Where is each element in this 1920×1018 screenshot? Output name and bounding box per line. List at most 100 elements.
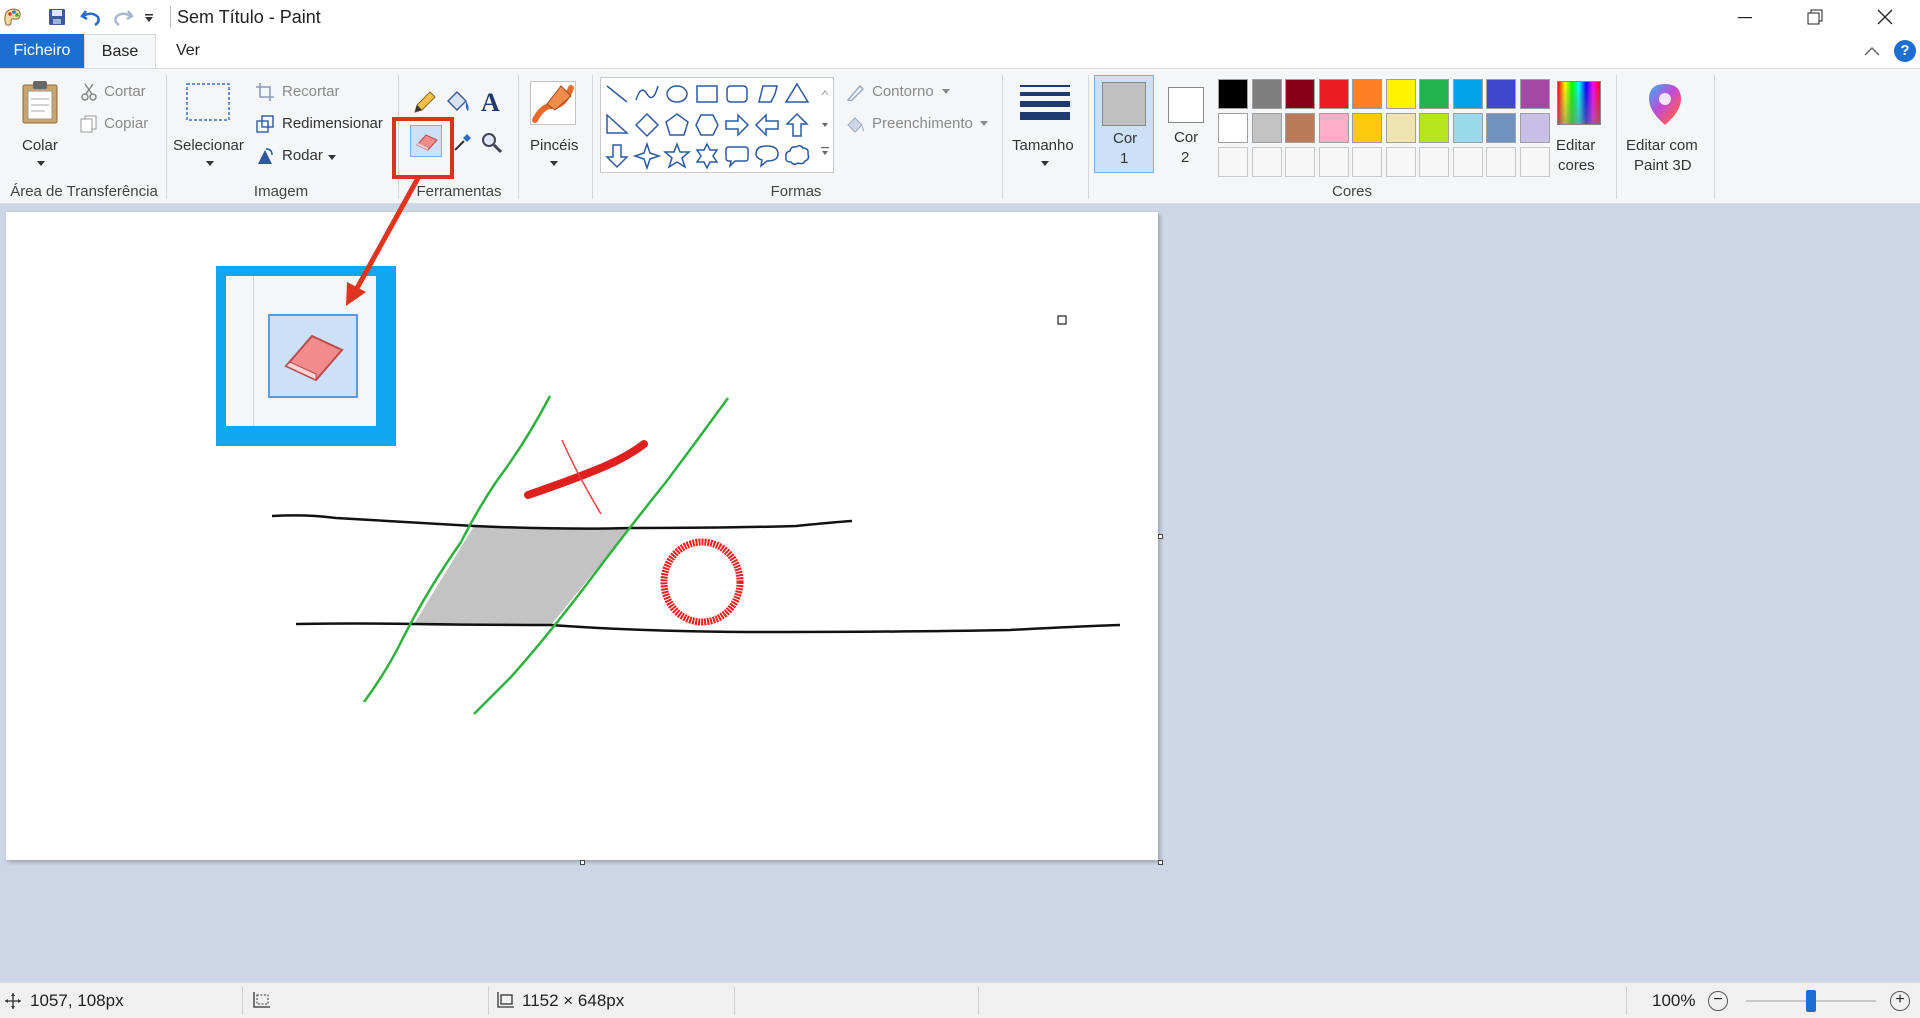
palette-empty-swatch[interactable] — [1251, 147, 1282, 177]
tab-home[interactable]: Base — [84, 34, 156, 68]
copy-icon — [80, 115, 97, 133]
palette-color-swatch[interactable] — [1452, 79, 1483, 109]
minimize-icon — [1738, 17, 1752, 19]
edit-with-paint3d-button[interactable]: Editar com Paint 3D — [1622, 73, 1708, 177]
cloud-callout-shape-icon[interactable] — [785, 144, 810, 166]
palette-color-swatch[interactable] — [1285, 79, 1315, 109]
line-shape-icon[interactable] — [606, 85, 628, 103]
palette-color-swatch[interactable] — [1419, 79, 1449, 109]
canvas-handle-bottom[interactable] — [580, 860, 585, 865]
text-tool-icon[interactable]: A — [478, 89, 504, 115]
palette-empty-swatch[interactable] — [1218, 147, 1248, 177]
redo-icon[interactable] — [112, 7, 134, 27]
crop-button[interactable]: Recortar — [282, 83, 340, 100]
select-button[interactable]: Selecionar — [170, 73, 250, 173]
canvas-handle-right[interactable] — [1158, 534, 1163, 539]
save-icon[interactable] — [48, 8, 66, 26]
undo-icon[interactable] — [80, 7, 102, 27]
diamond-shape-icon[interactable] — [634, 112, 660, 138]
color-picker-icon[interactable] — [452, 131, 474, 153]
palette-color-swatch[interactable] — [1419, 113, 1449, 143]
black-line-top — [271, 514, 853, 530]
palette-color-swatch[interactable] — [1352, 79, 1382, 109]
pencil-icon[interactable] — [412, 89, 438, 115]
palette-color-swatch[interactable] — [1385, 79, 1416, 109]
palette-color-swatch[interactable] — [1251, 113, 1282, 143]
palette-color-swatch[interactable] — [1486, 79, 1516, 109]
restore-button[interactable] — [1780, 0, 1850, 34]
palette-color-swatch[interactable] — [1385, 113, 1416, 143]
palette-color-swatch[interactable] — [1318, 79, 1349, 109]
rounded-rectangle-shape-icon[interactable] — [726, 85, 748, 103]
oval-shape-icon[interactable] — [666, 85, 688, 103]
triangle-shape-icon[interactable] — [784, 82, 810, 103]
edit-colors-button[interactable]: Editar cores — [1548, 73, 1610, 175]
palette-color-swatch[interactable] — [1452, 113, 1483, 143]
palette-empty-swatch[interactable] — [1486, 147, 1516, 177]
brushes-button[interactable]: Pincéis — [522, 73, 586, 173]
six-point-star-shape-icon[interactable] — [695, 142, 719, 170]
canvas-handle-corner[interactable] — [1158, 860, 1163, 865]
palette-color-swatch[interactable] — [1352, 113, 1382, 143]
palette-empty-swatch[interactable] — [1285, 147, 1315, 177]
paste-button[interactable]: Colar — [6, 73, 76, 173]
size-label: Tamanho — [1012, 137, 1074, 154]
paint-app-icon[interactable] — [2, 6, 22, 28]
collapse-ribbon-icon[interactable] — [1864, 45, 1880, 57]
rectangle-shape-icon[interactable] — [696, 85, 718, 103]
fill-bucket-icon[interactable] — [444, 89, 472, 115]
palette-color-swatch[interactable] — [1251, 79, 1282, 109]
close-button[interactable] — [1850, 0, 1920, 34]
color2-button[interactable]: Cor 2 — [1158, 75, 1214, 173]
tab-view[interactable]: Ver — [160, 34, 216, 68]
palette-color-swatch[interactable] — [1318, 113, 1349, 143]
paint3d-icon — [1649, 84, 1681, 125]
palette-empty-swatch[interactable] — [1318, 147, 1349, 177]
help-icon[interactable]: ? — [1894, 40, 1916, 62]
resize-button[interactable]: Redimensionar — [282, 115, 383, 132]
up-arrow-shape-icon[interactable] — [785, 112, 809, 137]
shapes-scroll-icon[interactable] — [820, 87, 830, 167]
palette-empty-swatch[interactable] — [1452, 147, 1483, 177]
right-arrow-shape-icon[interactable] — [725, 113, 750, 137]
color1-button[interactable]: Cor 1 — [1094, 75, 1154, 173]
outline-button[interactable]: Contorno — [872, 83, 934, 100]
minimize-button[interactable] — [1710, 0, 1780, 34]
oval-callout-shape-icon[interactable] — [755, 145, 779, 168]
four-point-star-shape-icon[interactable] — [632, 141, 662, 171]
palette-color-swatch[interactable] — [1218, 79, 1248, 109]
drawing-canvas[interactable] — [6, 212, 1158, 860]
group-separator — [1714, 75, 1715, 199]
zoom-out-button[interactable]: − — [1708, 991, 1728, 1011]
palette-color-swatch[interactable] — [1486, 113, 1516, 143]
five-point-star-shape-icon[interactable] — [662, 141, 692, 169]
palette-color-swatch[interactable] — [1285, 113, 1315, 143]
size-button[interactable]: Tamanho — [1008, 73, 1082, 173]
pentagon-shape-icon[interactable] — [665, 113, 689, 136]
magnifier-icon[interactable] — [480, 131, 504, 155]
palette-color-swatch[interactable] — [1519, 79, 1550, 109]
customize-quick-access-icon[interactable] — [144, 13, 154, 23]
zoom-slider-thumb[interactable] — [1806, 990, 1816, 1012]
polygon-shape-icon[interactable] — [758, 85, 778, 103]
rounded-callout-shape-icon[interactable] — [725, 146, 749, 169]
palette-empty-swatch[interactable] — [1385, 147, 1416, 177]
left-arrow-shape-icon[interactable] — [754, 113, 779, 137]
hexagon-shape-icon[interactable] — [695, 114, 719, 136]
cut-button[interactable]: Cortar — [104, 83, 146, 100]
tab-file[interactable]: Ficheiro — [0, 34, 84, 68]
zoom-in-button[interactable]: + — [1890, 991, 1910, 1011]
fill-button[interactable]: Preenchimento — [872, 115, 973, 132]
copy-button[interactable]: Copiar — [104, 115, 148, 132]
palette-color-swatch[interactable] — [1218, 113, 1248, 143]
rotate-button[interactable]: Rodar — [282, 147, 323, 164]
palette-color-swatch[interactable] — [1519, 113, 1550, 143]
paste-icon — [22, 81, 58, 124]
down-arrow-shape-icon[interactable] — [605, 144, 629, 169]
curve-shape-icon[interactable] — [635, 85, 659, 101]
color1-label-line2: 1 — [1120, 150, 1129, 167]
right-triangle-shape-icon[interactable] — [606, 113, 629, 134]
palette-empty-swatch[interactable] — [1352, 147, 1382, 177]
palette-empty-swatch[interactable] — [1419, 147, 1449, 177]
palette-empty-swatch[interactable] — [1519, 147, 1550, 177]
